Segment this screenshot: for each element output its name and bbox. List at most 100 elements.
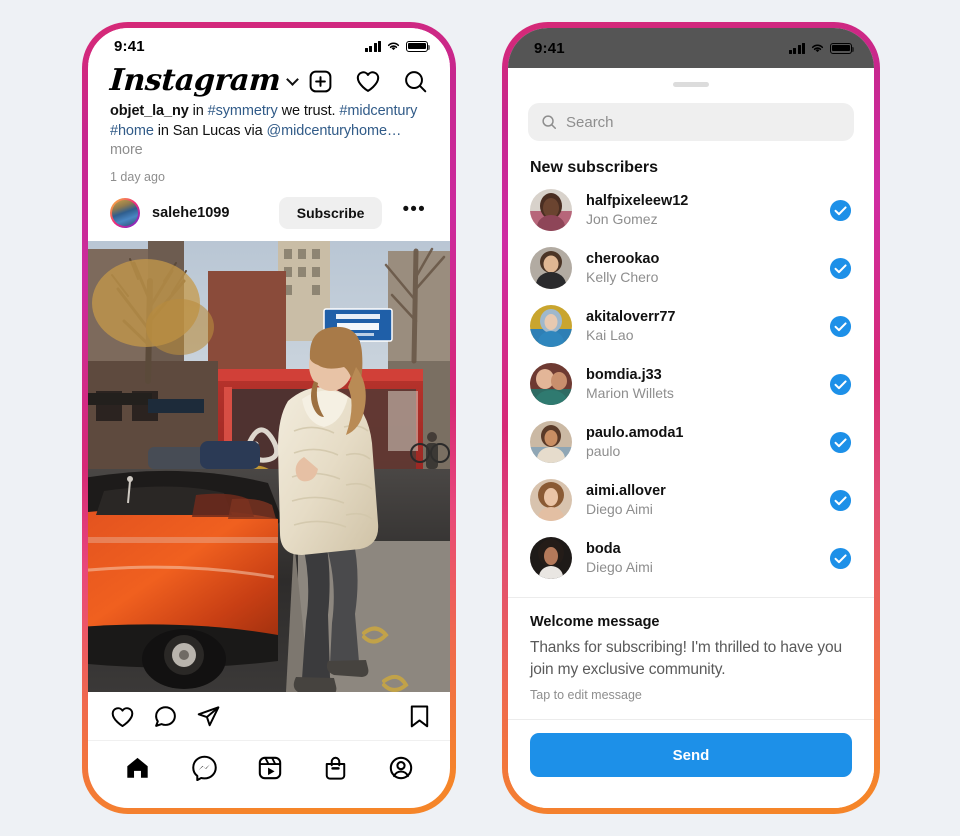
subscriber-name: Diego Aimi — [586, 558, 653, 575]
subscribers-sheet: New subscribers — [508, 68, 874, 808]
activity-heart-icon[interactable] — [355, 69, 381, 94]
subscriber-meta: boda Diego Aimi — [586, 540, 815, 576]
subscriber-username[interactable]: boda — [586, 540, 815, 558]
subscriber-username[interactable]: aimi.allover — [586, 482, 815, 500]
list-item[interactable]: bomdia.j33 Marion Willets — [508, 355, 874, 413]
subscriber-name: Kai Lao — [586, 326, 634, 343]
list-item[interactable]: akitaloverr77 Kai Lao — [508, 297, 874, 355]
subscriber-username[interactable]: paulo.amoda1 — [586, 424, 815, 442]
check-circle-icon — [829, 489, 852, 511]
avatar[interactable] — [530, 189, 572, 231]
reels-icon[interactable] — [257, 755, 283, 781]
bottom-tab-bar — [88, 741, 450, 791]
avatar[interactable] — [530, 247, 572, 289]
post-author-username[interactable]: salehe1099 — [152, 205, 267, 221]
home-icon[interactable] — [124, 755, 151, 781]
post-timestamp: 1 day ago — [110, 170, 165, 185]
instagram-logo-button[interactable]: Instagram — [108, 63, 300, 98]
search-input[interactable] — [566, 113, 841, 131]
caption-more-link[interactable]: more — [110, 142, 143, 158]
chevron-down-icon[interactable] — [286, 72, 300, 86]
select-checkbox[interactable] — [829, 431, 852, 454]
select-checkbox[interactable] — [829, 547, 852, 570]
search-icon — [542, 115, 556, 129]
instagram-header: Instagram — [88, 63, 450, 102]
hashtag-midcentury[interactable]: #midcentury — [339, 103, 417, 119]
battery-icon — [406, 40, 431, 52]
select-checkbox[interactable] — [829, 315, 852, 338]
send-divider — [508, 719, 874, 720]
subscriber-meta: halfpixeleew12 Jon Gomez — [586, 192, 815, 228]
avatar[interactable] — [530, 421, 572, 463]
like-heart-icon[interactable] — [110, 705, 135, 729]
send-button[interactable]: Send — [530, 733, 852, 777]
wifi-icon — [811, 44, 824, 53]
status-time: 9:41 — [114, 37, 145, 55]
welcome-message-body[interactable]: Thanks for subscribing! I'm thrilled to … — [530, 637, 852, 681]
search-bar[interactable] — [528, 103, 854, 141]
share-paperplane-icon[interactable] — [196, 704, 221, 729]
search-icon[interactable] — [403, 69, 428, 94]
subscriber-name: Kelly Chero — [586, 268, 659, 285]
avatar-image — [530, 363, 572, 405]
instagram-logo: Instagram — [108, 63, 282, 98]
avatar-image — [530, 189, 572, 231]
hashtag-home[interactable]: #home — [110, 123, 154, 139]
mention-midcenturyhome[interactable]: @midcenturyhome… — [267, 123, 402, 139]
status-icons — [364, 40, 431, 52]
post-image[interactable] — [88, 241, 450, 693]
signal-icon — [364, 40, 381, 52]
profile-icon[interactable] — [388, 755, 414, 781]
check-circle-icon — [829, 373, 852, 395]
avatar[interactable] — [530, 479, 572, 521]
list-item[interactable]: paulo.amoda1 paulo — [508, 413, 874, 471]
subscriber-username[interactable]: cherookao — [586, 250, 815, 268]
status-bar-left: 9:41 — [88, 28, 450, 64]
subscribe-button[interactable]: Subscribe — [278, 197, 383, 230]
subscriber-meta: aimi.allover Diego Aimi — [586, 482, 815, 518]
phone-right-frame: 9:41 Search New subscribers halfpixeleew… — [502, 22, 880, 814]
select-checkbox[interactable] — [829, 489, 852, 512]
bookmark-icon[interactable] — [409, 704, 430, 729]
wifi-icon — [387, 42, 400, 51]
status-bar-right: 9:41 — [508, 28, 874, 68]
avatar[interactable] — [530, 305, 572, 347]
check-circle-icon — [829, 431, 852, 453]
welcome-message-section[interactable]: Welcome message Thanks for subscribing! … — [508, 598, 874, 715]
subscriber-name: Diego Aimi — [586, 500, 653, 517]
avatar-image — [530, 247, 572, 289]
screenshot-canvas: 9:41 Instagram objet_la_ny in #symmetry … — [0, 0, 960, 836]
post-more-options-icon[interactable]: ••• — [394, 199, 430, 227]
avatar-image — [530, 305, 572, 347]
subscriber-name: paulo — [586, 442, 621, 459]
comment-bubble-icon[interactable] — [153, 704, 178, 729]
subscriber-username[interactable]: halfpixeleew12 — [586, 192, 815, 210]
select-checkbox[interactable] — [829, 257, 852, 280]
hashtag-symmetry[interactable]: #symmetry — [208, 103, 278, 119]
select-checkbox[interactable] — [829, 199, 852, 222]
welcome-message-hint: Tap to edit message — [530, 688, 642, 702]
avatar-image — [530, 479, 572, 521]
list-item[interactable]: halfpixeleew12 Jon Gomez — [508, 181, 874, 239]
caption-author[interactable]: objet_la_ny — [110, 103, 189, 119]
avatar[interactable] — [530, 537, 572, 579]
subscriber-name: Marion Willets — [586, 384, 674, 401]
new-post-icon[interactable] — [308, 69, 333, 94]
shop-icon[interactable] — [323, 755, 348, 781]
select-checkbox[interactable] — [829, 373, 852, 396]
messenger-icon[interactable] — [191, 754, 218, 782]
subscribers-list: halfpixeleew12 Jon Gomez cherookao Kelly… — [508, 181, 874, 593]
status-icons — [788, 42, 855, 54]
check-circle-icon — [829, 547, 852, 569]
list-item[interactable]: boda Diego Aimi — [508, 529, 874, 587]
avatar[interactable] — [110, 198, 140, 229]
phone-left-screen: 9:41 Instagram objet_la_ny in #symmetry … — [88, 28, 450, 808]
avatar[interactable] — [530, 363, 572, 405]
list-item[interactable]: cherookao Kelly Chero — [508, 239, 874, 297]
avatar-image — [530, 421, 572, 463]
subscriber-username[interactable]: akitaloverr77 — [586, 308, 815, 326]
list-item[interactable]: aimi.allover Diego Aimi — [508, 471, 874, 529]
post-caption[interactable]: objet_la_ny in #symmetry we trust. #midc… — [88, 102, 450, 161]
subscriber-username[interactable]: bomdia.j33 — [586, 366, 815, 384]
sheet-drag-handle[interactable] — [673, 82, 709, 87]
